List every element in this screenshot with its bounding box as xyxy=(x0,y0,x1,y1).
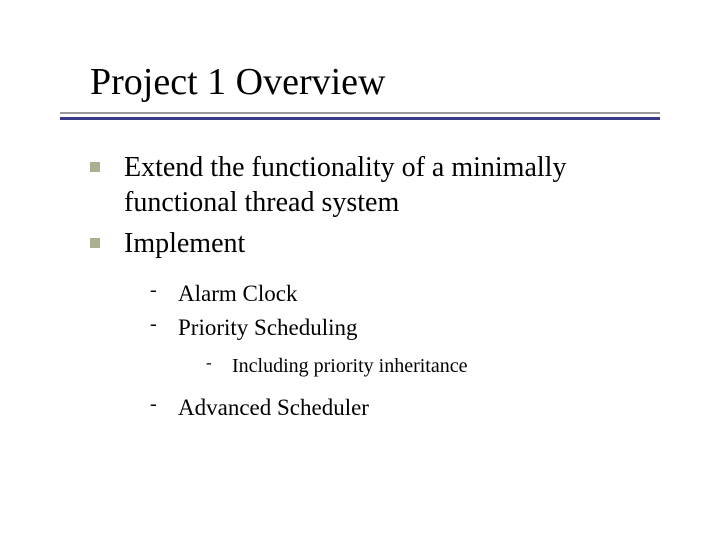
dash-bullet-icon: - xyxy=(150,313,178,336)
bullet-level1: Extend the functionality of a minimally … xyxy=(90,150,660,220)
bullet-text: Advanced Scheduler xyxy=(178,393,369,423)
bullet-level3: - Including priority inheritance xyxy=(206,353,660,379)
slide-title: Project 1 Overview xyxy=(90,60,720,104)
bullet-text: Including priority inheritance xyxy=(232,353,467,379)
square-bullet-icon xyxy=(90,162,100,172)
slide: Project 1 Overview Extend the functional… xyxy=(0,0,720,540)
bullet-text: Alarm Clock xyxy=(178,279,297,309)
bullet-level1: Implement xyxy=(90,226,660,261)
bullet-level2: - Advanced Scheduler xyxy=(150,393,660,423)
bullet-level2: - Priority Scheduling xyxy=(150,313,660,343)
bullet-text: Priority Scheduling xyxy=(178,313,358,343)
sublist: - Alarm Clock - Priority Scheduling - In… xyxy=(150,279,660,423)
title-underline xyxy=(60,112,660,120)
bullet-text: Implement xyxy=(124,226,245,261)
content-area: Extend the functionality of a minimally … xyxy=(90,150,660,423)
subsublist: - Including priority inheritance xyxy=(206,353,660,379)
dash-bullet-icon: - xyxy=(150,393,178,416)
bullet-level2: - Alarm Clock xyxy=(150,279,660,309)
dash-bullet-icon: - xyxy=(206,353,232,373)
dash-bullet-icon: - xyxy=(150,279,178,302)
square-bullet-icon xyxy=(90,238,100,248)
bullet-text: Extend the functionality of a minimally … xyxy=(124,150,660,220)
